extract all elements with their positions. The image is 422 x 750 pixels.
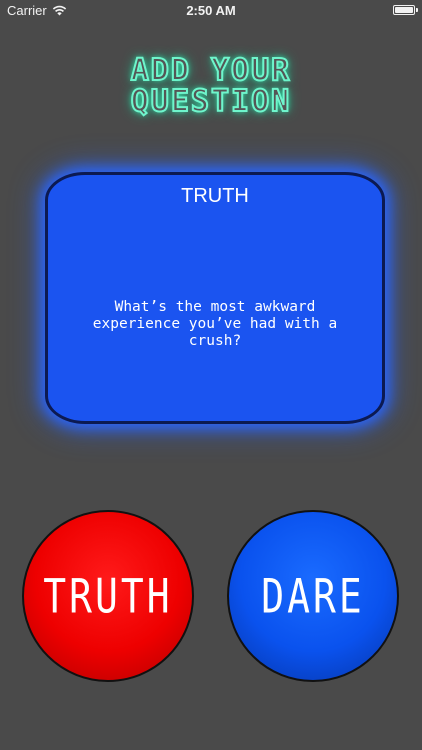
- card-type-label: TRUTH: [181, 185, 249, 207]
- truth-button-label: TRUTH: [43, 568, 173, 624]
- status-bar: Carrier 2:50 AM: [0, 0, 422, 22]
- page-title: ADD YOUR QUESTION: [0, 53, 422, 119]
- title-line-2: QUESTION: [130, 84, 292, 119]
- status-time: 2:50 AM: [186, 3, 236, 18]
- question-text: What’s the most awkward experience you’v…: [92, 299, 338, 349]
- battery-fill: [395, 7, 413, 13]
- battery-icon: [393, 5, 418, 15]
- question-card: TRUTH What’s the most awkward experience…: [45, 172, 385, 424]
- title-line-1: ADD YOUR: [130, 53, 292, 88]
- dare-button-label: DARE: [261, 568, 365, 624]
- dare-button[interactable]: DARE: [227, 510, 399, 682]
- truth-button[interactable]: TRUTH: [22, 510, 194, 682]
